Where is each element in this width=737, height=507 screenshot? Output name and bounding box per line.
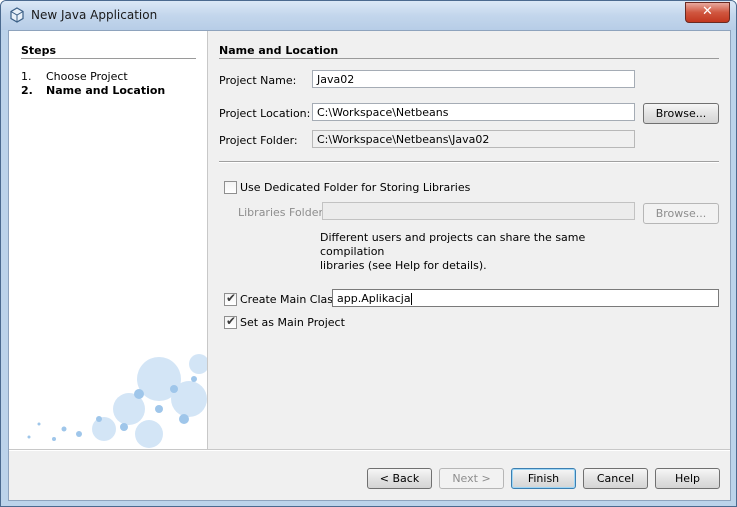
project-location-input[interactable]: C:\Workspace\Netbeans [312,103,635,121]
libraries-folder-label: Libraries Folder: [238,206,327,219]
main-class-input[interactable]: app.Aplikacja [332,289,719,307]
step-label: Choose Project [46,70,128,83]
libraries-folder-input [322,202,635,220]
title-bar[interactable]: New Java Application ✕ [1,1,736,30]
window-title: New Java Application [31,8,158,22]
close-button[interactable]: ✕ [685,2,730,23]
checkmark-icon: ✔ [226,314,237,328]
steps-divider [21,58,196,59]
set-main-project-checkbox[interactable]: ✔ [224,314,237,329]
text-caret [410,293,412,305]
main-class-value: app.Aplikacja [337,292,411,305]
panel-title-divider [219,58,719,59]
libraries-help-note: Different users and projects can share t… [320,231,630,273]
section-divider [219,161,719,163]
step-label: Name and Location [46,84,166,97]
panel-title: Name and Location [219,44,339,57]
help-button[interactable]: Help [655,468,720,489]
cancel-button[interactable]: Cancel [583,468,648,489]
step-name-and-location: 2. Name and Location [21,84,165,97]
note-line-2: libraries (see Help for details). [320,259,487,272]
next-button: Next > [439,468,504,489]
close-icon: ✕ [702,4,713,19]
dialog-window: New Java Application ✕ Steps 1. Choose Pr… [0,0,737,507]
footer-divider [9,449,730,451]
create-main-class-label[interactable]: Create Main Class [240,293,339,306]
netbeans-cube-icon [10,7,24,23]
browse-location-button[interactable]: Browse... [643,103,719,124]
dedicated-folder-checkbox[interactable] [224,181,237,194]
step-number: 2. [21,84,33,97]
project-folder-label: Project Folder: [219,134,298,147]
finish-button[interactable]: Finish [511,468,576,489]
note-line-1: Different users and projects can share t… [320,231,586,258]
decorative-bubbles-image [27,354,207,448]
step-number: 1. [21,70,32,83]
back-button[interactable]: < Back [367,468,432,489]
project-name-input[interactable]: Java02 [312,70,635,88]
project-folder-field: C:\Workspace\Netbeans\Java02 [312,130,635,148]
dedicated-folder-label[interactable]: Use Dedicated Folder for Storing Librari… [240,181,470,194]
project-location-label: Project Location: [219,107,311,120]
dialog-content: Steps 1. Choose Project 2. Name and Locati… [8,30,731,501]
steps-title: Steps [21,44,57,57]
create-main-class-checkbox[interactable]: ✔ [224,291,237,306]
browse-libraries-button: Browse... [643,203,719,224]
set-main-project-label[interactable]: Set as Main Project [240,316,345,329]
checkmark-icon: ✔ [226,291,237,305]
steps-pane: Steps 1. Choose Project 2. Name and Locati… [9,31,208,449]
project-name-label: Project Name: [219,74,297,87]
step-choose-project: 1. Choose Project [21,70,128,83]
